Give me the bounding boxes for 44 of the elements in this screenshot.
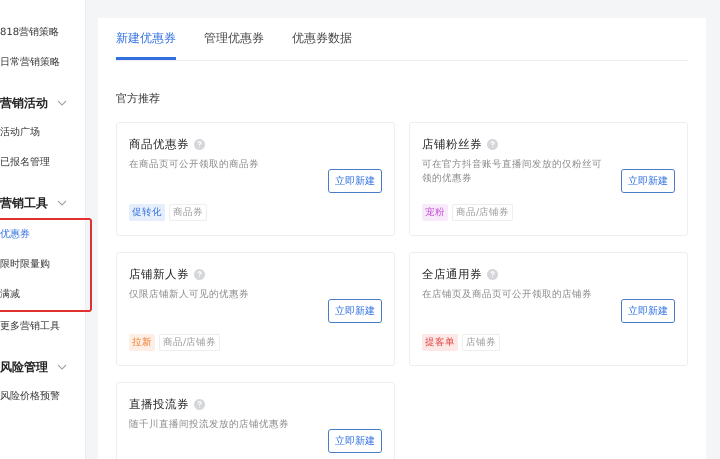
- card-description: 在商品页可公开领取的商品券: [129, 158, 260, 172]
- card-title: 店铺新人券: [129, 267, 189, 282]
- card-title: 直播投流券: [129, 397, 189, 412]
- tag: 提客单: [422, 334, 458, 351]
- help-icon[interactable]: [487, 269, 498, 280]
- card-title: 商品优惠券: [129, 137, 189, 152]
- create-button[interactable]: 立即新建: [328, 299, 382, 323]
- menu-item[interactable]: 更多营销工具: [0, 312, 85, 342]
- tag: 店铺券: [462, 334, 500, 351]
- card-description: 在店铺页及商品页可公开领取的店铺券: [422, 288, 593, 302]
- tab[interactable]: 管理优惠券: [204, 18, 264, 60]
- menu-item[interactable]: 限时限量购: [0, 250, 90, 280]
- menu-item[interactable]: 优惠券: [0, 220, 90, 250]
- card-title: 店铺粉丝券: [422, 137, 482, 152]
- menu-item[interactable]: 已报名管理: [0, 148, 85, 178]
- menu-group-title[interactable]: 风险管理: [0, 358, 48, 376]
- menu-item[interactable]: 满减: [0, 280, 90, 310]
- menu-item[interactable]: 活动广场: [0, 118, 85, 148]
- create-button[interactable]: 立即新建: [621, 299, 675, 323]
- menu-item[interactable]: 风险价格预警: [0, 382, 85, 412]
- card-description: 仅限店铺新人可见的优惠券: [129, 288, 250, 302]
- tag: 商品/店铺券: [159, 334, 220, 351]
- card-description: 随千川直播间投流发放的店铺优惠券: [129, 418, 290, 432]
- tag: 促转化: [129, 204, 165, 221]
- tag: 宠粉: [422, 204, 448, 221]
- menu-group-title[interactable]: 营销活动: [0, 94, 48, 112]
- menu-item[interactable]: 日常营销策略: [0, 48, 85, 78]
- card-description: 可在官方抖音账号直播间发放的仅粉丝可领的优惠券: [422, 158, 603, 186]
- help-icon[interactable]: [194, 269, 205, 280]
- help-icon[interactable]: [194, 139, 205, 150]
- create-button[interactable]: 立即新建: [621, 169, 675, 193]
- tab[interactable]: 优惠券数据: [292, 18, 352, 60]
- card-title: 全店通用券: [422, 267, 482, 282]
- section-title: 官方推荐: [116, 91, 161, 106]
- tag: 拉新: [129, 334, 155, 351]
- help-icon[interactable]: [194, 399, 205, 410]
- help-icon[interactable]: [487, 139, 498, 150]
- tab[interactable]: 新建优惠券: [116, 18, 176, 60]
- menu-group-title[interactable]: 营销工具: [0, 194, 48, 212]
- menu-item[interactable]: 818营销策略: [0, 18, 85, 48]
- create-button[interactable]: 立即新建: [328, 169, 382, 193]
- tag: 商品/店铺券: [452, 204, 514, 221]
- create-button[interactable]: 立即新建: [328, 429, 382, 453]
- tag: 商品券: [169, 204, 207, 221]
